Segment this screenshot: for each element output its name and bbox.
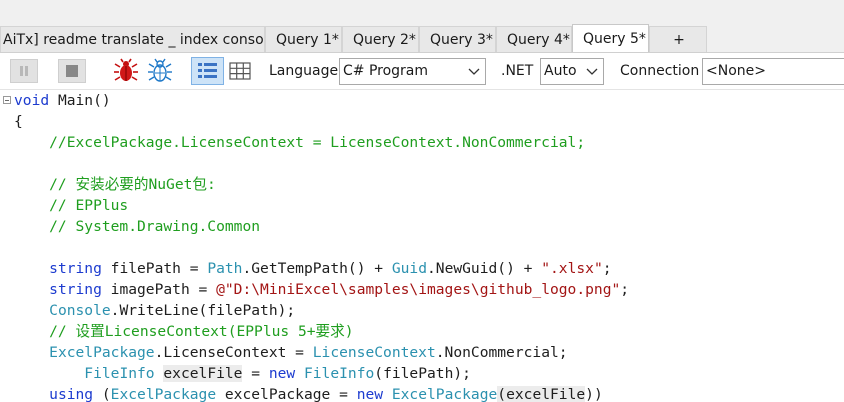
dotnet-version-select[interactable]: Auto [540, 58, 604, 85]
data-grid-icon [229, 62, 251, 80]
bug-red-icon [114, 58, 138, 81]
tab-query-1[interactable]: Query 1* [265, 26, 342, 52]
debug-options-button[interactable] [146, 58, 174, 84]
code-line: void Main() [14, 92, 111, 109]
chevron-down-icon [468, 68, 480, 75]
code-comment: //ExcelPackage.LicenseContext = LicenseC… [14, 134, 586, 151]
connection-select[interactable]: <None> [702, 58, 844, 85]
tab-readme-translate[interactable]: AiTx] readme translate _ index console [0, 26, 265, 52]
code-comment: // 设置LicenseContext(EPPlus 5+要求) [14, 323, 354, 340]
code-line: { [14, 113, 23, 130]
language-select[interactable]: C# Program [339, 58, 486, 85]
query-toolbar: Language C# Program .NET Auto Connection… [0, 52, 844, 90]
dotnet-label: .NET [501, 63, 534, 79]
code-line: string filePath = Path.GetTempPath() + G… [49, 260, 612, 277]
chevron-down-icon [586, 68, 598, 75]
tab-query-5[interactable]: Query 5* [572, 24, 649, 52]
code-comment: // EPPlus [14, 197, 129, 214]
rich-text-grid-icon [198, 63, 217, 78]
pause-button[interactable] [10, 59, 38, 83]
query-tab-strip: AiTx] readme translate _ index console Q… [0, 0, 844, 52]
results-rich-text-button[interactable] [191, 57, 224, 85]
tab-label: Query 5* [583, 30, 646, 47]
connection-label: Connection [620, 63, 700, 79]
language-label: Language [269, 63, 339, 79]
connection-select-value: <None> [706, 63, 766, 79]
tab-label: Query 4* [507, 31, 570, 48]
tab-query-4[interactable]: Query 4* [496, 26, 572, 52]
code-line: FileInfo excelFile = new FileInfo(filePa… [84, 365, 471, 382]
new-query-tab-button[interactable]: + [649, 26, 707, 52]
tab-label: Query 3* [430, 31, 493, 48]
code-comment: // 安装必要的NuGet包: [14, 176, 216, 193]
tab-label: AiTx] readme translate _ index console [3, 31, 265, 48]
stop-button[interactable] [58, 59, 86, 83]
bug-blue-icon [148, 58, 172, 82]
pause-icon [20, 66, 28, 76]
tab-label: Query 2* [353, 31, 416, 48]
tab-label: Query 1* [276, 31, 339, 48]
dotnet-select-value: Auto [544, 63, 577, 79]
highlighted-reference: (excelFile [497, 386, 586, 402]
tab-query-3[interactable]: Query 3* [419, 26, 496, 52]
code-line: Console.WriteLine(filePath); [49, 302, 296, 319]
plus-icon: + [673, 31, 685, 48]
code-line: using (ExcelPackage excelPackage = new E… [49, 386, 603, 402]
code-editor[interactable]: void Main() { //ExcelPackage.LicenseCont… [0, 90, 844, 402]
collapse-region-icon[interactable] [3, 96, 11, 104]
tab-query-2[interactable]: Query 2* [342, 26, 419, 52]
language-select-value: C# Program [343, 63, 429, 79]
code-comment: // System.Drawing.Common [14, 218, 261, 235]
code-line: ExcelPackage.LicenseContext = LicenseCon… [49, 344, 568, 361]
code-line: string imagePath = @"D:\MiniExcel\sample… [49, 281, 630, 298]
stop-icon [66, 65, 78, 77]
results-data-grid-button[interactable] [226, 58, 254, 84]
run-with-debugger-button[interactable] [112, 58, 140, 84]
highlighted-reference: excelFile [163, 365, 243, 382]
